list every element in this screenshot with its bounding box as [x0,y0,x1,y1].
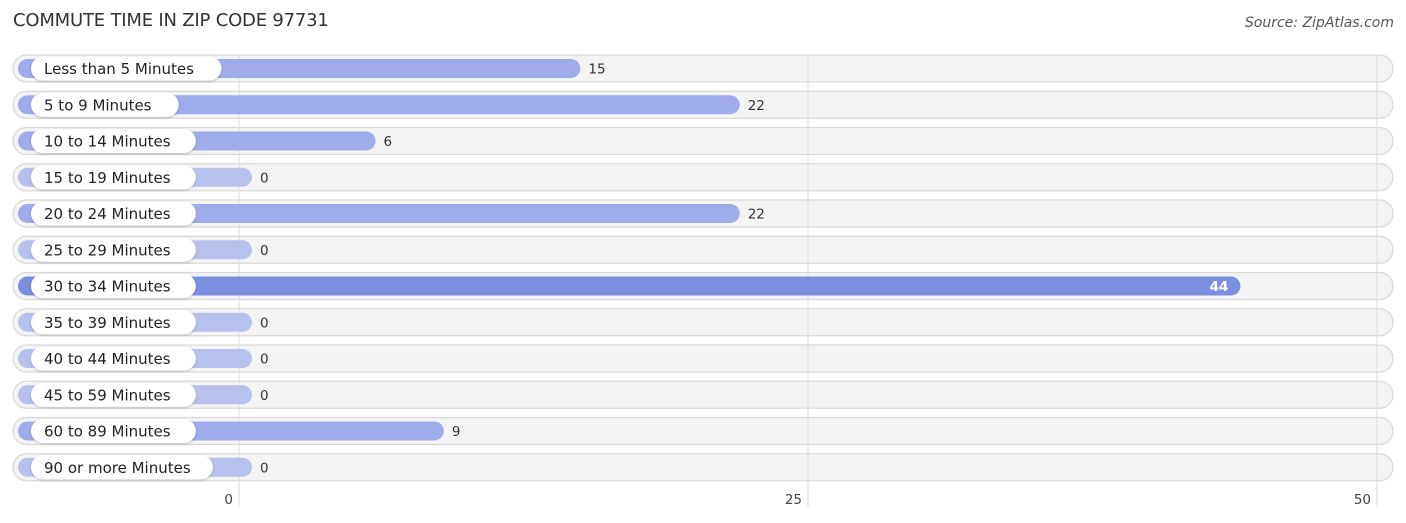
bar-row: Less than 5 Minutes 15 [18,56,606,81]
x-axis-ticks: 0 25 50 [224,492,1371,508]
bar-row: 15 to 19 Minutes 0 [18,165,269,190]
value-label: 15 [588,62,605,78]
bar-row: 45 to 59 Minutes 0 [18,382,269,407]
x-tick-label: 0 [224,492,233,508]
bar-row: 10 to 14 Minutes 6 [18,129,392,153]
category-label: 25 to 29 Minutes [44,241,171,259]
value-label: 9 [452,424,461,440]
value-label: 0 [260,460,269,476]
row-tracks [12,54,1394,482]
bar-row: 35 to 39 Minutes 0 [18,310,269,335]
category-label: 60 to 89 Minutes [44,423,171,441]
bar-row: 30 to 34 Minutes 44 [18,274,1241,298]
category-label: 10 to 14 Minutes [44,133,171,151]
category-label: 15 to 19 Minutes [44,169,171,187]
value-label: 6 [384,134,393,150]
category-label: 45 to 59 Minutes [44,386,171,404]
bar[interactable] [18,276,1241,296]
bar-row: 20 to 24 Minutes 22 [18,201,765,226]
bar-row: 25 to 29 Minutes 0 [18,237,269,262]
bar-chart: Less than 5 Minutes 15 5 to 9 Minutes 22 10 … [12,54,1394,508]
category-label: 40 to 44 Minutes [44,350,171,368]
bars: Less than 5 Minutes 15 5 to 9 Minutes 22 10 … [18,56,1241,480]
bar-row: 5 to 9 Minutes 22 [18,92,765,117]
bar-row: 60 to 89 Minutes 9 [18,419,460,443]
x-tick-label: 25 [785,492,802,508]
x-tick-label: 50 [1354,492,1371,508]
category-label: 20 to 24 Minutes [44,205,171,223]
category-label: 90 or more Minutes [44,459,191,477]
bar-row: 40 to 44 Minutes 0 [18,346,269,371]
value-label: 44 [1210,279,1229,295]
value-label: 22 [748,207,765,223]
value-label: 0 [260,243,269,259]
category-label: 35 to 39 Minutes [44,314,171,332]
value-label: 0 [260,315,269,331]
category-label: Less than 5 Minutes [44,60,194,78]
value-label: 22 [748,98,765,114]
value-label: 0 [260,352,269,368]
category-label: 30 to 34 Minutes [44,278,171,296]
category-label: 5 to 9 Minutes [44,96,152,114]
bar-row: 90 or more Minutes 0 [18,455,269,480]
value-label: 0 [260,388,269,404]
value-label: 0 [260,170,269,186]
